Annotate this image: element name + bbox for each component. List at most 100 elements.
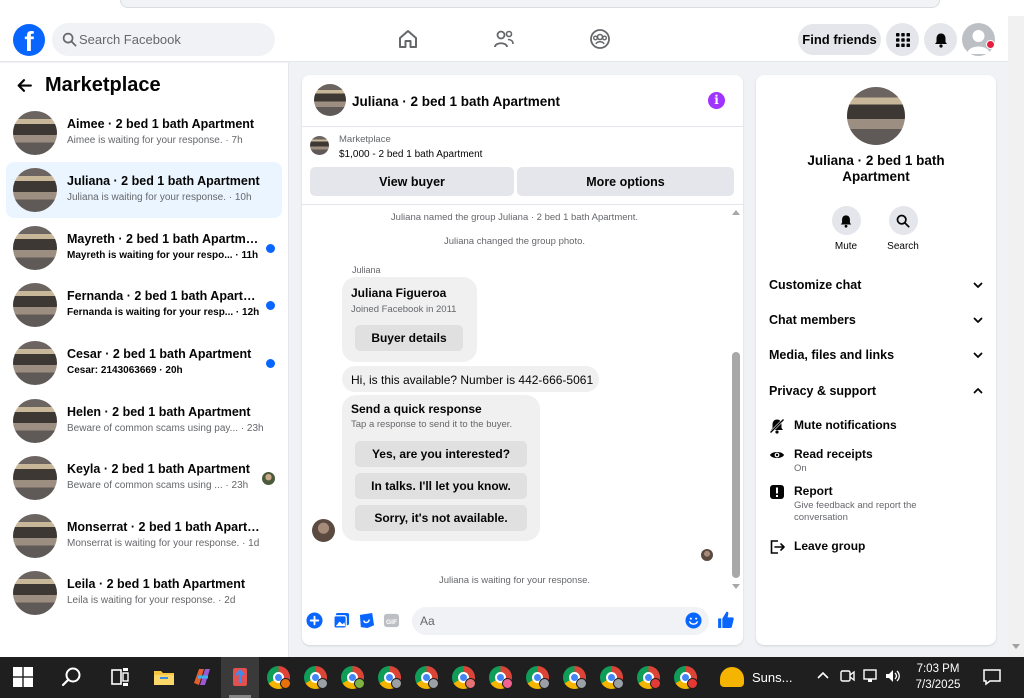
media-files-section[interactable]: Media, files and links [769, 345, 984, 365]
photo-gallery-icon[interactable] [333, 612, 350, 629]
action-center-icon[interactable] [982, 667, 1002, 687]
quick-response-sorry[interactable]: Sorry, it's not available. [355, 505, 527, 531]
chrome-icon[interactable] [600, 666, 624, 689]
group-photo[interactable] [847, 87, 905, 145]
conversation-preview: Juliana is waiting for your response. · … [67, 192, 252, 203]
chrome-icon[interactable] [674, 666, 698, 689]
buyer-details-button[interactable]: Buyer details [355, 325, 463, 351]
scrollbar-thumb[interactable] [732, 352, 740, 578]
conversation-item[interactable]: Mayreth · 2 bed 1 bath Apartment Mayreth … [6, 220, 282, 276]
conversation-item[interactable]: Cesar · 2 bed 1 bath Apartment Cesar: 214… [6, 335, 282, 391]
quick-response-in-talks[interactable]: In talks. I'll let you know. [355, 473, 527, 499]
scroll-up-arrow-icon[interactable] [732, 210, 740, 215]
conversation-name: Monserrat · 2 bed 1 bath Apartment [67, 520, 263, 534]
conversation-item[interactable]: Keyla · 2 bed 1 bath Apartment Beware of … [6, 450, 282, 506]
more-options-button[interactable]: More options [517, 167, 734, 196]
chrome-icon[interactable] [563, 666, 587, 689]
thumbs-up-icon[interactable] [716, 610, 735, 629]
weather-widget[interactable]: Suns... [720, 665, 820, 689]
message-bubble[interactable]: Hi, is this available? Number is 442-666… [342, 366, 599, 392]
item-status: On [794, 463, 807, 474]
friends-icon[interactable] [492, 27, 516, 51]
read-receipts-item[interactable]: Read receipts On [769, 445, 984, 477]
sticker-icon[interactable] [358, 612, 375, 629]
gif-icon[interactable]: GIF [383, 612, 400, 629]
message-input[interactable] [412, 607, 709, 635]
find-friends-button[interactable]: Find friends [798, 24, 881, 55]
scroll-down-arrow-icon[interactable] [732, 584, 740, 589]
conversation-item[interactable]: Fernanda · 2 bed 1 bath Apartme... Fernan… [6, 277, 282, 333]
system-clock[interactable]: 7:03 PM 7/3/2025 [908, 661, 968, 693]
profile-badge-icon [317, 678, 328, 689]
listing-thumbnail [13, 226, 57, 270]
notifications-button[interactable] [924, 23, 957, 56]
conversation-preview: Leila is waiting for your response. · 2d [67, 595, 236, 606]
section-label: Customize chat [769, 278, 862, 292]
sender-avatar[interactable] [312, 519, 335, 542]
page-scrollbar[interactable] [1008, 16, 1024, 657]
meet-now-icon[interactable] [838, 667, 856, 685]
leave-group-item[interactable]: Leave group [769, 537, 984, 557]
chat-scrollbar[interactable] [730, 206, 742, 594]
chrome-icon[interactable] [489, 666, 513, 689]
profile-badge-icon [576, 678, 587, 689]
app-launcher-icon[interactable] [228, 665, 252, 689]
search-box[interactable] [52, 23, 275, 56]
address-bar[interactable] [120, 0, 940, 8]
menu-button[interactable] [886, 23, 919, 56]
scroll-down-arrow-icon[interactable] [1012, 644, 1020, 649]
chrome-icon[interactable] [637, 666, 661, 689]
chat-avatar[interactable] [314, 84, 346, 116]
network-icon[interactable] [862, 667, 880, 685]
chrome-icon[interactable] [452, 666, 476, 689]
quick-response-yes[interactable]: Yes, are you interested? [355, 441, 527, 467]
conversation-item[interactable]: Helen · 2 bed 1 bath Apartment Beware of … [6, 393, 282, 449]
view-buyer-button[interactable]: View buyer [310, 167, 514, 196]
task-view-icon[interactable] [108, 665, 132, 689]
customize-chat-section[interactable]: Customize chat [769, 275, 984, 295]
facebook-logo-icon[interactable]: f [13, 24, 45, 56]
section-label: Media, files and links [769, 348, 895, 362]
conversation-preview: Beware of common scams using ... · 23h [67, 480, 249, 491]
search-icon[interactable] [60, 665, 84, 689]
chat-members-section[interactable]: Chat members [769, 310, 984, 330]
emoji-icon[interactable] [685, 612, 702, 629]
copilot-icon[interactable] [190, 665, 214, 689]
report-item[interactable]: Report Give feedback and report the conv… [769, 482, 984, 526]
section-label: Privacy & support [769, 384, 876, 398]
svg-text:GIF: GIF [386, 619, 397, 626]
windows-start-icon[interactable] [13, 667, 33, 687]
chrome-icon[interactable] [304, 666, 328, 689]
chevron-up-icon[interactable] [814, 667, 832, 685]
mute-notifications-item[interactable]: Mute notifications [769, 416, 984, 436]
conversation-item[interactable]: Juliana · 2 bed 1 bath Apartment Juliana … [6, 162, 282, 218]
home-icon[interactable] [396, 27, 420, 51]
chrome-icon[interactable] [267, 666, 291, 689]
conversation-item[interactable]: Leila · 2 bed 1 bath Apartment Leila is w… [6, 565, 282, 621]
chat-title[interactable]: Juliana · 2 bed 1 bath Apartment [352, 94, 560, 109]
back-arrow-icon[interactable] [16, 77, 33, 94]
privacy-support-section[interactable]: Privacy & support [769, 381, 984, 401]
info-icon[interactable]: i [708, 92, 725, 109]
chrome-icon[interactable] [526, 666, 550, 689]
chrome-icon[interactable] [378, 666, 402, 689]
mute-action[interactable]: Mute [821, 206, 871, 252]
add-plus-icon[interactable] [306, 612, 323, 629]
chrome-icon[interactable] [341, 666, 365, 689]
search-action[interactable]: Search [878, 206, 928, 252]
conversation-item[interactable]: Aimee · 2 bed 1 bath Apartment Aimee is w… [6, 105, 282, 161]
windows-taskbar: Suns... 7:03 PM 7/3/2025 [0, 657, 1024, 698]
seen-receipt-avatar [262, 472, 275, 485]
profile-badge-icon [650, 678, 661, 689]
conversation-name: Mayreth · 2 bed 1 bath Apartment [67, 232, 263, 246]
chrome-icon[interactable] [415, 666, 439, 689]
volume-icon[interactable] [884, 667, 902, 685]
waiting-status: Juliana is waiting for your response. [438, 575, 591, 586]
quick-response-title: Send a quick response [351, 402, 482, 416]
item-label: Mute notifications [794, 418, 897, 432]
file-explorer-icon[interactable] [152, 665, 176, 689]
groups-icon[interactable] [588, 27, 612, 51]
conversation-item[interactable]: Monserrat · 2 bed 1 bath Apartment Monser… [6, 508, 282, 564]
bell-icon [840, 214, 852, 228]
search-input[interactable] [79, 23, 269, 56]
